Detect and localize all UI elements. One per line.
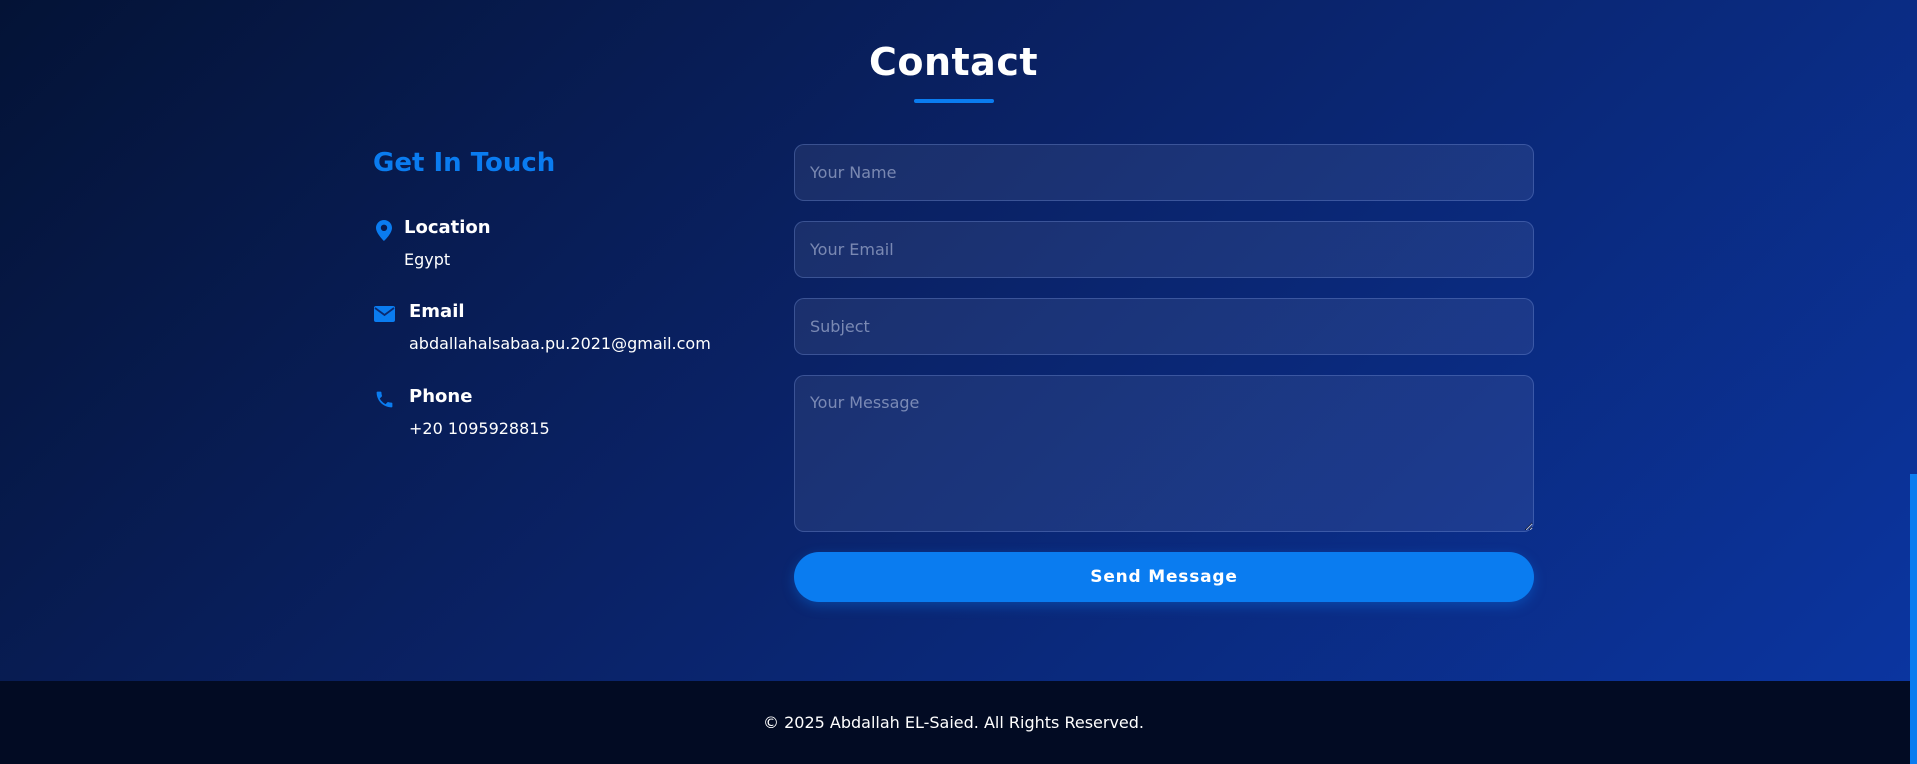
copyright-text: © 2025 Abdallah EL-Saied. All Rights Res… bbox=[763, 713, 1144, 732]
location-label: Location bbox=[404, 217, 491, 238]
email-label: Email bbox=[409, 301, 465, 322]
email-value[interactable]: abdallahalsabaa.pu.2021@gmail.com bbox=[409, 334, 711, 353]
phone-icon bbox=[373, 388, 395, 410]
map-marker-icon bbox=[373, 219, 395, 241]
section-title: Contact bbox=[868, 40, 1039, 84]
title-underline bbox=[914, 99, 994, 103]
message-textarea[interactable] bbox=[794, 375, 1534, 532]
scrollbar-thumb[interactable] bbox=[1910, 474, 1917, 764]
location-value: Egypt bbox=[404, 250, 451, 269]
name-input[interactable] bbox=[794, 144, 1534, 201]
subject-input[interactable] bbox=[794, 298, 1534, 355]
get-in-touch-heading: Get In Touch bbox=[373, 148, 556, 178]
envelope-icon bbox=[373, 303, 395, 325]
email-input[interactable] bbox=[794, 221, 1534, 278]
phone-value[interactable]: +20 1095928815 bbox=[409, 419, 550, 438]
send-message-button[interactable]: Send Message bbox=[794, 552, 1534, 602]
footer: © 2025 Abdallah EL-Saied. All Rights Res… bbox=[0, 681, 1917, 764]
contact-form: Send Message bbox=[794, 144, 1534, 602]
phone-label: Phone bbox=[409, 386, 473, 407]
contact-section: Contact Get In Touch Location Egypt Emai… bbox=[0, 0, 1917, 681]
